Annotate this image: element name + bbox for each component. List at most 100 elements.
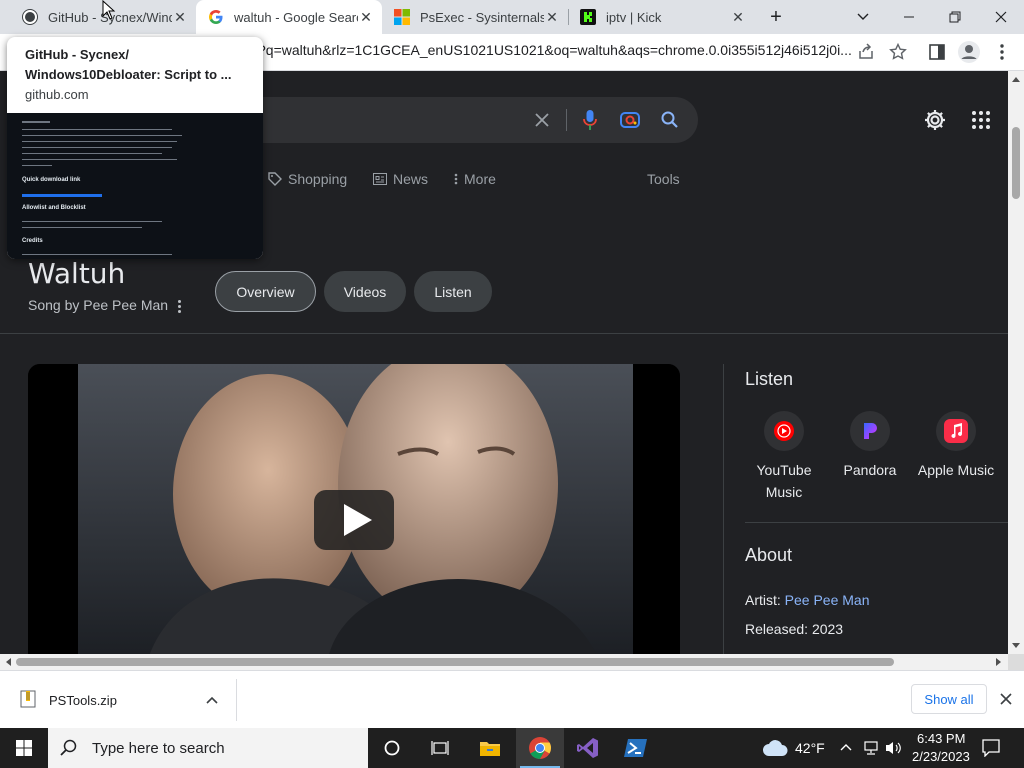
network-icon[interactable] — [862, 740, 880, 756]
chip-listen[interactable]: Listen — [414, 271, 492, 312]
preview-heading: Credits — [22, 238, 43, 244]
about-artist: Artist: Pee Pee Man — [745, 592, 870, 608]
close-window-button[interactable] — [978, 0, 1024, 34]
preview-line — [22, 254, 172, 255]
nav-tools[interactable]: Tools — [647, 171, 680, 187]
service-label: Apple Music — [917, 462, 995, 478]
horizontal-scrollbar[interactable] — [0, 654, 1008, 670]
nav-more[interactable]: More — [454, 171, 496, 187]
search-icon — [60, 739, 77, 756]
preview-line — [22, 147, 172, 148]
tab-title: waltuh - Google Search — [234, 9, 358, 25]
preview-heading: Allowlist and Blocklist — [22, 205, 86, 211]
show-all-button[interactable]: Show all — [911, 684, 987, 714]
close-icon[interactable]: ✕ — [544, 9, 560, 25]
more-options-icon[interactable] — [172, 297, 186, 315]
file-explorer-button[interactable] — [466, 728, 514, 768]
microsoft-icon — [394, 9, 410, 25]
clear-search-icon[interactable] — [530, 108, 554, 132]
chevron-up-icon[interactable] — [840, 743, 852, 751]
close-icon[interactable]: ✕ — [730, 9, 746, 25]
close-icon[interactable]: ✕ — [358, 9, 374, 25]
url-text: ?q=waltuh&rlz=1C1GCEA_enUS1021US1021&oq=… — [258, 42, 852, 58]
powershell-button[interactable] — [612, 728, 660, 768]
volume-icon[interactable] — [884, 740, 902, 756]
restore-button[interactable] — [932, 0, 978, 34]
result-subtitle: Song by Pee Pee Man — [28, 297, 169, 313]
weather-temp[interactable]: 42°F — [795, 740, 825, 756]
side-panel-icon[interactable] — [925, 40, 949, 64]
search-icon[interactable] — [658, 108, 682, 132]
service-label: Music — [765, 484, 803, 500]
service-pandora[interactable]: Pandora — [825, 411, 915, 481]
share-icon[interactable] — [854, 40, 878, 64]
address-bar[interactable]: ?q=waltuh&rlz=1C1GCEA_enUS1021US1021&oq=… — [258, 42, 852, 58]
scrollbar-thumb[interactable] — [1012, 127, 1020, 199]
settings-gear-icon[interactable] — [922, 107, 948, 133]
scroll-down-icon[interactable] — [1012, 643, 1020, 648]
released-value: 2023 — [811, 621, 844, 637]
cortana-button[interactable] — [368, 728, 416, 768]
scroll-up-icon[interactable] — [1012, 77, 1020, 82]
preview-line — [22, 129, 172, 130]
restore-icon — [949, 11, 961, 23]
close-icon[interactable] — [1000, 693, 1012, 705]
google-icon — [209, 10, 223, 24]
menu-kebab-icon[interactable] — [990, 40, 1014, 64]
video-thumbnail[interactable] — [28, 364, 680, 654]
nav-shopping[interactable]: Shopping — [268, 171, 347, 187]
download-item[interactable]: PSTools.zip — [49, 693, 117, 708]
google-lens-icon[interactable] — [618, 108, 642, 132]
profile-avatar[interactable] — [957, 40, 981, 64]
service-apple-music[interactable]: Apple Music — [911, 411, 1001, 481]
visual-studio-button[interactable] — [564, 728, 612, 768]
chip-overview[interactable]: Overview — [215, 271, 316, 312]
tab-psexec[interactable]: PsExec - Sysinternals | Microsoft Learn … — [382, 0, 568, 34]
scroll-left-icon[interactable] — [6, 658, 11, 666]
divider — [745, 522, 1008, 523]
scrollbar-thumb[interactable] — [16, 658, 894, 666]
powershell-icon — [624, 739, 647, 757]
divider — [0, 333, 1008, 334]
search-box[interactable] — [258, 97, 698, 143]
apps-grid-icon[interactable] — [968, 107, 994, 133]
preview-line — [22, 121, 50, 123]
taskbar-search[interactable]: Type here to search — [48, 728, 368, 768]
new-tab-button[interactable]: + — [756, 0, 796, 34]
minimize-button[interactable] — [886, 0, 932, 34]
vertical-scrollbar[interactable] — [1008, 71, 1024, 654]
service-label: YouTube — [756, 462, 812, 478]
chip-videos[interactable]: Videos — [324, 271, 406, 312]
released-label: Released: — [745, 621, 809, 637]
hover-card-preview: Quick download link Allowlist and Blockl… — [7, 113, 263, 259]
service-label: Pandora — [843, 462, 897, 478]
service-youtube-music[interactable]: YouTube Music — [739, 411, 829, 503]
preview-line — [22, 159, 177, 160]
artist-label: Artist: — [745, 592, 781, 608]
scrollbar-corner — [1008, 654, 1024, 670]
hover-card-title: GitHub - Sycnex/ Windows10Debloater: Scr… — [25, 47, 232, 82]
tab-title: PsExec - Sysinternals | Microsoft Learn — [420, 9, 544, 25]
microphone-icon[interactable] — [578, 108, 602, 132]
preview-line — [22, 135, 182, 136]
clock-time[interactable]: 6:43 PM — [917, 731, 965, 746]
chevron-up-icon[interactable] — [206, 695, 218, 705]
clock-date[interactable]: 2/23/2023 — [912, 749, 970, 764]
bookmark-star-icon[interactable] — [886, 40, 910, 64]
notification-icon[interactable] — [982, 739, 1000, 757]
tab-kick[interactable]: iptv | Kick ✕ — [568, 0, 754, 34]
divider — [723, 364, 724, 654]
about-released: Released: 2023 — [745, 621, 843, 637]
scroll-right-icon[interactable] — [996, 658, 1001, 666]
task-view-button[interactable] — [416, 728, 464, 768]
tab-search-button[interactable] — [840, 0, 886, 34]
chrome-button[interactable] — [516, 728, 564, 768]
cortana-circle-icon — [384, 740, 400, 756]
tab-google-search[interactable]: waltuh - Google Search ✕ — [196, 0, 382, 34]
start-button[interactable] — [0, 728, 48, 768]
close-icon[interactable]: ✕ — [172, 9, 188, 25]
nav-news[interactable]: News — [373, 171, 428, 187]
nav-label: Tools — [647, 171, 680, 187]
github-icon — [22, 9, 38, 25]
artist-link[interactable]: Pee Pee Man — [785, 592, 870, 608]
